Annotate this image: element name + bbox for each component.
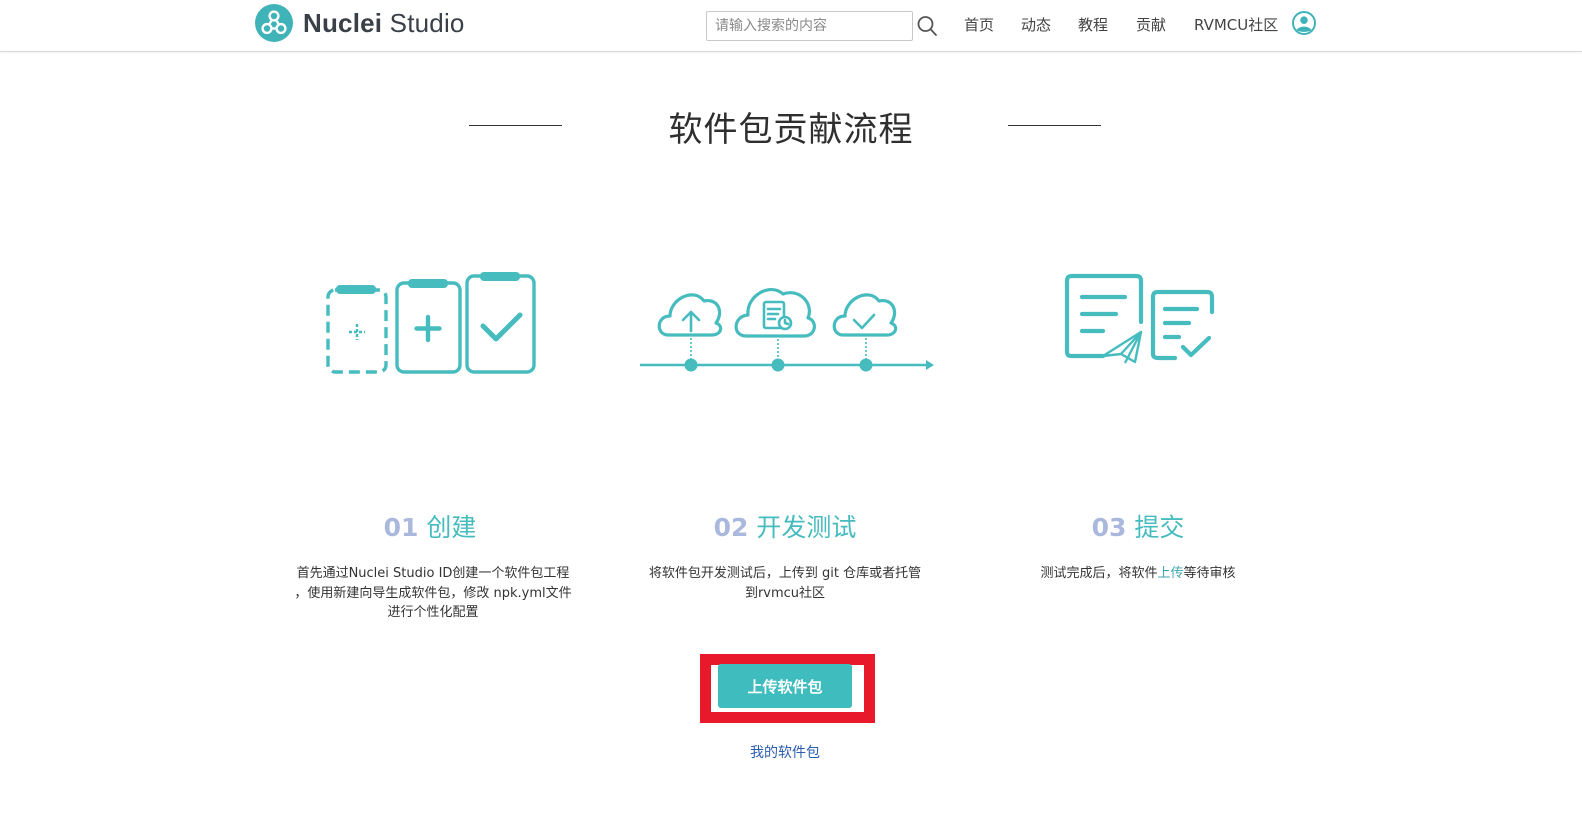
nuclei-logo-icon: [255, 4, 293, 42]
page-title: 软件包贡献流程: [668, 110, 914, 150]
step-1-label: 创建: [426, 513, 477, 542]
step-1-desc-line: 进行个性化配置: [387, 605, 479, 620]
title-line-right: [1008, 125, 1101, 126]
nav-tutorials[interactable]: 教程: [1078, 14, 1108, 35]
step-2-desc-line: 到rvmcu社区: [744, 585, 826, 601]
nav-home[interactable]: 首页: [964, 14, 994, 35]
step-1-desc-line: 首先通过Nuclei Studio ID创建一个软件包工程: [296, 566, 570, 581]
nav-contribute[interactable]: 贡献: [1136, 14, 1166, 35]
brand-name: Nuclei Studio: [303, 7, 465, 38]
title-line-left: [469, 125, 562, 126]
step-2-label: 开发测试: [756, 513, 857, 542]
step-3-description: 测试完成后，将软件上传等待审核: [985, 564, 1291, 584]
step-3-desc-text: 测试完成后，将软件: [1040, 566, 1158, 581]
step-1-number: 01: [383, 513, 419, 542]
my-packages-link[interactable]: 我的软件包: [700, 742, 870, 762]
search-input[interactable]: [706, 11, 913, 41]
step-3-label: 提交: [1134, 513, 1185, 542]
upload-package-button[interactable]: 上传软件包: [718, 664, 852, 708]
create-clipboards-icon: [326, 272, 536, 374]
submit-documents-icon: [1064, 273, 1215, 364]
user-avatar-icon[interactable]: [1292, 11, 1316, 35]
search-icon[interactable]: [916, 14, 938, 38]
step-1-description: 首先通过Nuclei Studio ID创建一个软件包工程 ，使用新建向导生成软…: [280, 564, 586, 623]
step-2-description: 将软件包开发测试后，上传到 git 仓库或者托管 到rvmcu社区: [632, 564, 938, 603]
step-3-desc-text: 等待审核: [1183, 566, 1236, 581]
step-2-title: 02 开发测试: [685, 508, 885, 544]
develop-test-cloud-timeline-icon: [640, 288, 934, 372]
nav-news[interactable]: 动态: [1021, 14, 1051, 35]
step-1-desc-line: ，使用新建向导生成软件包，修改 npk.yml文件: [294, 585, 572, 601]
step-2-number: 02: [713, 513, 749, 542]
top-header: Nuclei Studio 首页 动态 教程 贡献 RVMCU社区: [0, 0, 1582, 52]
nav-rvmcu-community[interactable]: RVMCU社区: [1194, 14, 1278, 35]
step-2-desc-line: 将软件包开发测试后，上传到 git 仓库或者托管: [648, 566, 922, 581]
step-3-title: 03 提交: [1038, 508, 1238, 544]
step-3-desc-highlight: 上传: [1157, 566, 1184, 581]
brand-logo[interactable]: Nuclei Studio: [255, 4, 465, 42]
step-1-title: 01 创建: [330, 508, 530, 544]
step-3-number: 03: [1091, 513, 1127, 542]
